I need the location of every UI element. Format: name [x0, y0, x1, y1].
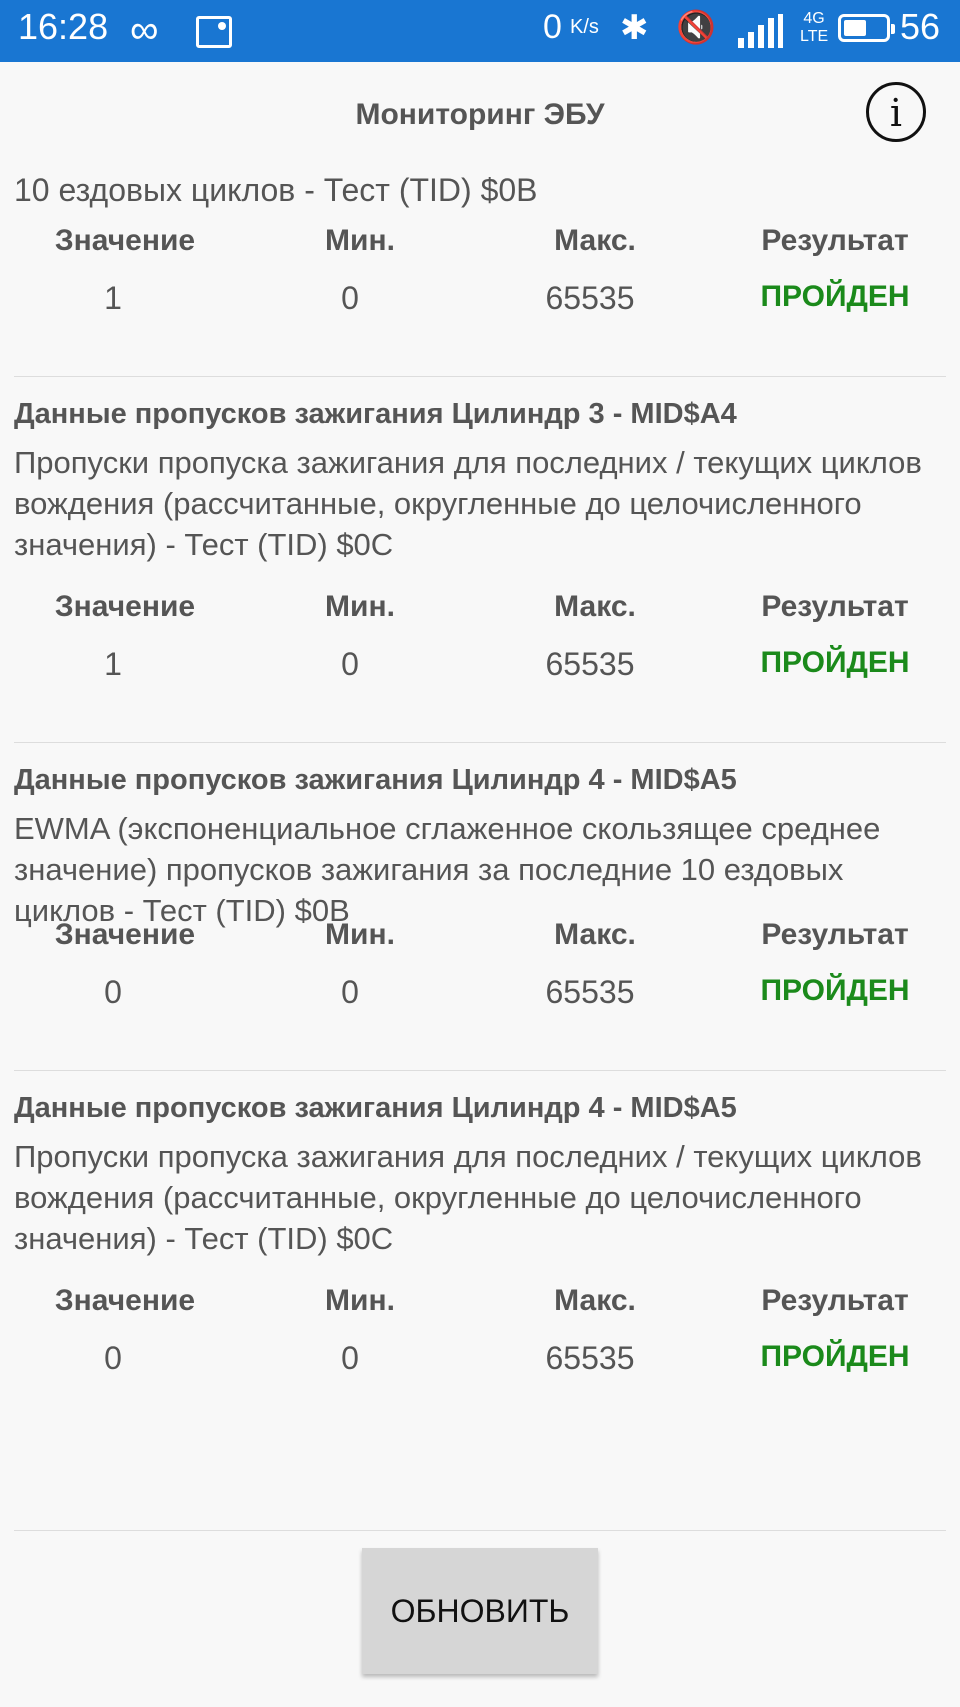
divider [14, 1070, 946, 1071]
divider [14, 376, 946, 377]
partial-item-description: 10 ездовых циклов - Тест (TID) $0B [14, 172, 538, 208]
image-notification-icon [196, 16, 232, 48]
max-cell: 65535 [545, 974, 635, 1010]
min-header: Мин. [325, 1284, 395, 1317]
min-header: Мин. [325, 918, 395, 951]
value-cell: 1 [104, 280, 122, 316]
min-cell: 0 [341, 646, 359, 682]
divider [14, 1530, 946, 1531]
item-description: Пропуски пропуска зажигания для последни… [14, 445, 922, 562]
min-cell: 0 [341, 974, 359, 1010]
max-header: Макс. [554, 590, 636, 623]
battery-fill [844, 20, 866, 36]
result-status-pass: ПРОЙДЕН [760, 646, 910, 679]
max-header: Макс. [554, 918, 636, 951]
max-header: Макс. [554, 1284, 636, 1317]
network-speed-unit: K/s [570, 16, 599, 38]
result-header: Результат [761, 590, 909, 623]
result-status-pass: ПРОЙДЕН [760, 280, 910, 313]
value-header: Значение [54, 224, 196, 257]
max-cell: 65535 [545, 1340, 635, 1376]
result-status-pass: ПРОЙДЕН [760, 974, 910, 1007]
result-header: Результат [761, 918, 909, 951]
signal-icon [738, 14, 783, 48]
network-speed: 0 [543, 8, 562, 46]
monitor-list[interactable]: 10 ездовых циклов - Тест (TID) $0B Значе… [0, 172, 960, 1540]
result-row: Значение Мин. Макс. Результат 0 0 65535 … [0, 918, 960, 1028]
min-header: Мин. [325, 590, 395, 623]
result-header: Результат [761, 1284, 909, 1317]
max-header: Макс. [554, 224, 636, 257]
value-cell: 1 [104, 646, 122, 682]
result-header: Результат [761, 224, 909, 257]
result-row: Значение Мин. Макс. Результат 0 0 65535 … [0, 1284, 960, 1394]
network-type: 4G LTE [800, 10, 828, 46]
value-header: Значение [54, 1284, 196, 1317]
refresh-button[interactable]: ОБНОВИТЬ [362, 1548, 598, 1674]
min-cell: 0 [341, 280, 359, 316]
mute-icon: 🔇 [676, 9, 716, 45]
page-title: Мониторинг ЭБУ [355, 98, 605, 131]
item-description: Пропуски пропуска зажигания для последни… [14, 1139, 922, 1256]
divider [14, 742, 946, 743]
battery-icon [838, 14, 895, 42]
infinity-icon: ∞ [130, 8, 159, 52]
info-icon[interactable]: i [866, 82, 926, 142]
value-cell: 0 [104, 1340, 122, 1376]
min-header: Мин. [325, 224, 395, 257]
network-type-top: 4G [803, 10, 825, 27]
bluetooth-icon: ✱ [620, 9, 649, 47]
result-row: Значение Мин. Макс. Результат 1 0 65535 … [0, 590, 960, 700]
result-status-pass: ПРОЙДЕН [760, 1340, 910, 1373]
network-type-bottom: LTE [800, 28, 829, 45]
battery-percent: 56 [900, 6, 941, 47]
app-bar: Мониторинг ЭБУ i [0, 62, 960, 172]
item-description: EWMA (экспоненциальное сглаженное скольз… [14, 811, 881, 928]
max-cell: 65535 [545, 280, 635, 316]
result-row: Значение Мин. Макс. Результат 1 0 65535 … [0, 224, 960, 334]
status-bar: 16:28 ∞ 0 K/s ✱ 🔇 4G LTE 56 [0, 0, 960, 62]
value-header: Значение [54, 918, 196, 951]
status-time: 16:28 [18, 6, 109, 47]
value-cell: 0 [104, 974, 122, 1010]
max-cell: 65535 [545, 646, 635, 682]
min-cell: 0 [341, 1340, 359, 1376]
value-header: Значение [54, 590, 196, 623]
